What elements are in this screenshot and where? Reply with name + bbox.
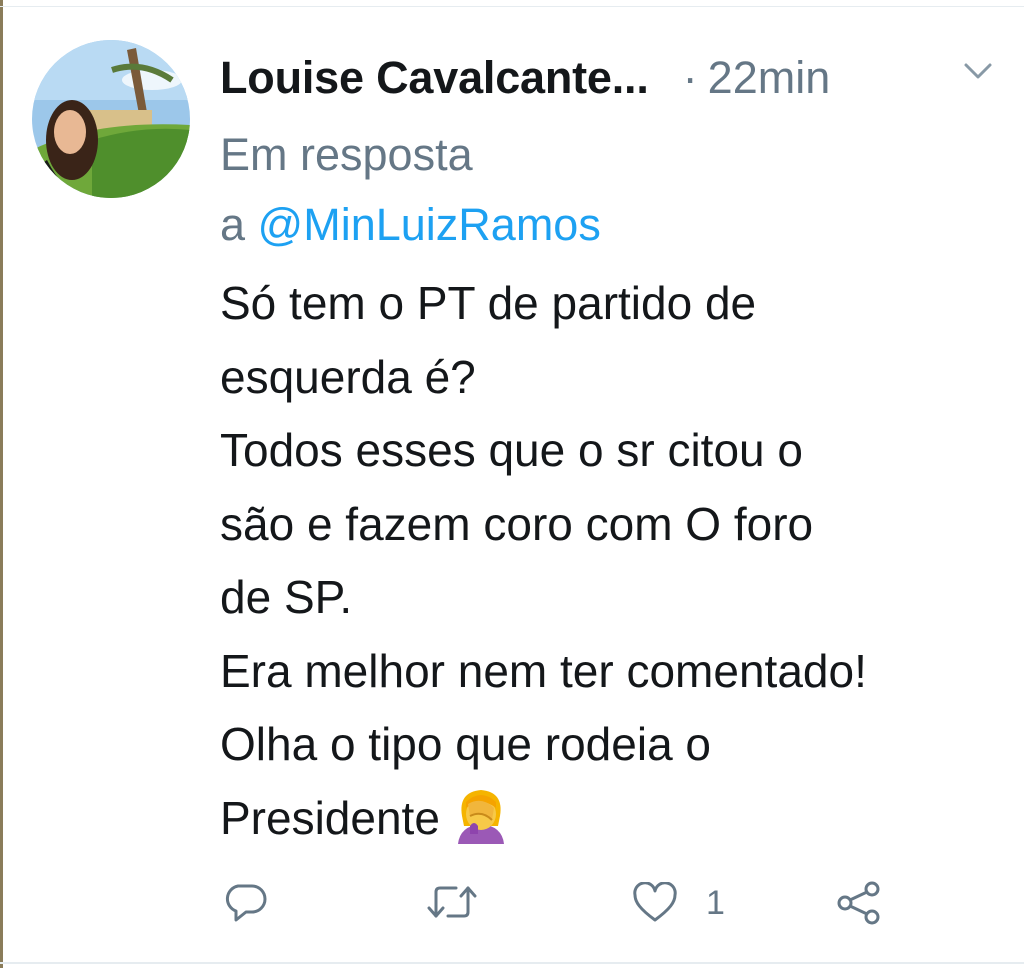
tweet-card[interactable]: Louise Cavalcante... · 22min Em resposta… [0,0,1024,968]
retweet-button[interactable] [426,882,478,922]
reply-a: a [220,199,246,250]
reply-context: Em resposta a @MinLuizRamos [220,120,980,260]
tweet-text-line: são e fazem coro com O foro [220,497,814,550]
avatar-photo [32,40,190,198]
timestamp[interactable]: 22min [708,52,831,104]
tweet-text: Só tem o PT de partido de esquerda é? To… [220,267,1020,855]
share-icon [837,881,880,925]
share-button[interactable] [834,880,882,926]
tweet-text-last-line: Presidente [220,782,1020,856]
like-count: 1 [706,883,725,922]
tweet-text-line: Presidente [220,791,440,844]
reply-prefix: Em resposta [220,129,473,180]
divider-bottom [0,962,1024,964]
divider-top [0,6,1024,7]
tweet-text-line: esquerda é? [220,350,476,403]
reply-icon [225,884,267,922]
chevron-down-icon[interactable] [960,58,996,84]
tweet-text-line: de SP. [220,571,353,623]
header-separator: · [682,52,698,103]
tweet-text-line: Só tem o PT de partido de [220,277,757,329]
reply-button[interactable] [224,880,268,924]
tweet-header: Louise Cavalcante... · 22min [220,48,830,108]
left-edge-border [0,0,3,968]
woman-facepalming-emoji-icon [457,790,504,845]
display-name[interactable]: Louise Cavalcante... [220,52,649,104]
tweet-text-line: Olha o tipo que rodeia o [220,718,712,770]
tweet-text-line: Todos esses que o sr citou o [220,424,803,476]
avatar[interactable] [32,40,190,198]
reply-mention-link[interactable]: @MinLuizRamos [258,199,601,250]
retweet-icon [427,886,477,918]
like-button[interactable]: 1 [632,882,725,924]
heart-icon [633,882,677,922]
tweet-text-line: Era melhor nem ter comentado! [220,644,867,697]
reply-target: a @MinLuizRamos [220,190,980,260]
